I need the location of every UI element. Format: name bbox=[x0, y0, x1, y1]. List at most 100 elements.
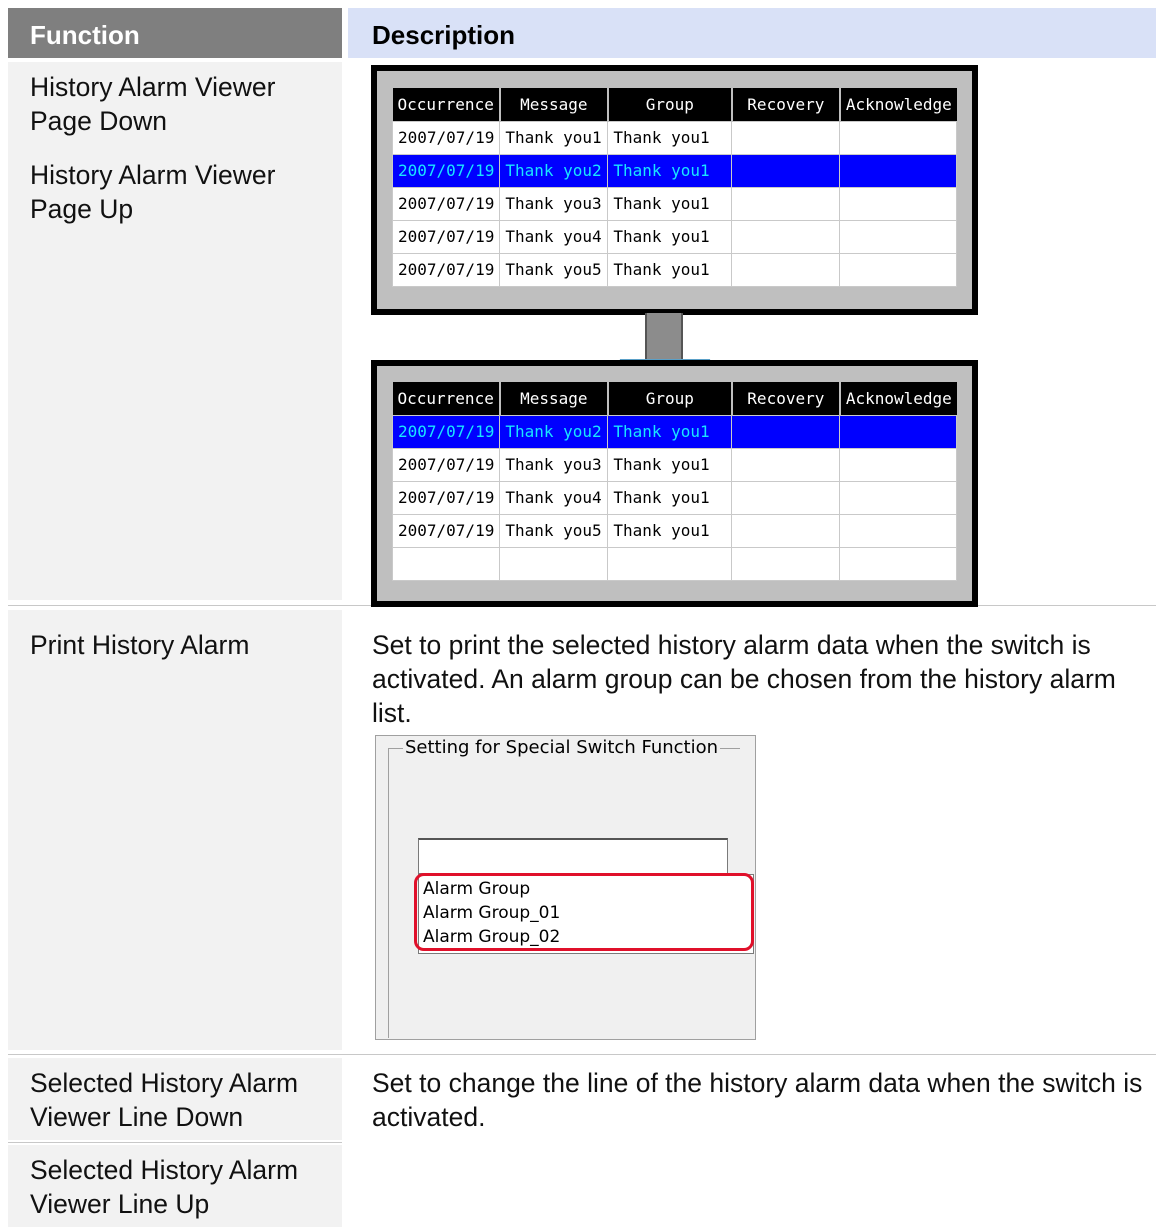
table-cell bbox=[731, 414, 841, 449]
table-cell: 2007/07/19 bbox=[391, 153, 501, 188]
table-cell bbox=[391, 546, 501, 581]
table-cell: Thank you1 bbox=[499, 120, 609, 155]
table-row-selected[interactable]: 2007/07/19 Thank you2 Thank you1 bbox=[391, 414, 958, 449]
function-line-up: Selected History Alarm Viewer Line Up bbox=[30, 1153, 298, 1221]
table-cell bbox=[839, 447, 958, 482]
function-cell-print: Print History Alarm bbox=[8, 610, 342, 1050]
table-cell bbox=[839, 219, 958, 254]
function-line: Viewer Line Down bbox=[30, 1102, 244, 1132]
table-row[interactable]: 2007/07/19 Thank you1 Thank you1 bbox=[391, 120, 958, 155]
column-header-group: Group bbox=[607, 382, 733, 415]
table-row[interactable]: 2007/07/19 Thank you4 Thank you1 bbox=[391, 480, 958, 515]
table-cell bbox=[839, 546, 958, 581]
table-cell bbox=[731, 219, 841, 254]
table-cell bbox=[839, 414, 958, 449]
table-cell bbox=[731, 513, 841, 548]
table-cell: 2007/07/19 bbox=[391, 252, 501, 287]
table-row-selected[interactable]: 2007/07/19 Thank you2 Thank you1 bbox=[391, 153, 958, 188]
table-cell bbox=[839, 120, 958, 155]
column-header-occurrence: Occurrence bbox=[392, 88, 501, 121]
table-cell bbox=[839, 252, 958, 287]
table-cell bbox=[839, 153, 958, 188]
table-row[interactable]: 2007/07/19 Thank you5 Thank you1 bbox=[391, 252, 958, 287]
alarm-group-combo-input[interactable] bbox=[418, 838, 728, 874]
column-header-message: Message bbox=[499, 382, 609, 415]
table-cell: 2007/07/19 bbox=[391, 186, 501, 221]
table-cell: 2007/07/19 bbox=[391, 447, 501, 482]
function-line: Viewer Line Up bbox=[30, 1189, 210, 1219]
table-cell: Thank you5 bbox=[499, 252, 609, 287]
column-header-recovery: Recovery bbox=[731, 382, 841, 415]
description-line-down-up: Set to change the line of the history al… bbox=[372, 1068, 1143, 1132]
column-header-acknowledge: Acknowledge bbox=[839, 382, 957, 415]
function-page-down: History Alarm Viewer Page Down bbox=[30, 70, 275, 138]
table-row[interactable]: 2007/07/19 Thank you4 Thank you1 bbox=[391, 219, 958, 254]
table-cell: 2007/07/19 bbox=[391, 513, 501, 548]
table-cell bbox=[839, 186, 958, 221]
table-cell: Thank you4 bbox=[499, 219, 609, 254]
alarm-table-before: Occurrence Message Group Recovery Acknow… bbox=[391, 88, 958, 287]
table-cell: Thank you2 bbox=[499, 153, 609, 188]
table-cell: Thank you1 bbox=[607, 186, 733, 221]
table-cell: Thank you1 bbox=[607, 219, 733, 254]
table-cell: 2007/07/19 bbox=[391, 120, 501, 155]
table-row[interactable]: 2007/07/19 Thank you5 Thank you1 bbox=[391, 513, 958, 548]
table-cell: Thank you4 bbox=[499, 480, 609, 515]
header-function-cell: Function bbox=[8, 8, 342, 58]
table-cell bbox=[731, 447, 841, 482]
function-line: Selected History Alarm bbox=[30, 1155, 299, 1185]
header-description-label: Description bbox=[372, 20, 516, 50]
column-header-group: Group bbox=[607, 88, 733, 121]
table-cell bbox=[731, 480, 841, 515]
function-cell-line-up: Selected History Alarm Viewer Line Up bbox=[8, 1145, 342, 1227]
function-line: Page Up bbox=[30, 194, 134, 224]
table-row[interactable] bbox=[391, 546, 958, 581]
table-row[interactable]: 2007/07/19 Thank you3 Thank you1 bbox=[391, 186, 958, 221]
table-header-row: Occurrence Message Group Recovery Acknow… bbox=[392, 382, 957, 415]
table-cell: 2007/07/19 bbox=[391, 414, 501, 449]
table-cell: Thank you3 bbox=[499, 186, 609, 221]
table-header-row: Occurrence Message Group Recovery Acknow… bbox=[392, 88, 957, 121]
function-line: Page Down bbox=[30, 106, 168, 136]
table-cell bbox=[839, 480, 958, 515]
column-header-acknowledge: Acknowledge bbox=[839, 88, 957, 121]
function-line: History Alarm Viewer bbox=[30, 160, 276, 190]
header-function-label: Function bbox=[30, 20, 140, 50]
table-cell: 2007/07/19 bbox=[391, 480, 501, 515]
function-cell-page-down-up: History Alarm Viewer Page Down History A… bbox=[8, 62, 342, 600]
alarm-table-after: Occurrence Message Group Recovery Acknow… bbox=[391, 382, 958, 581]
table-cell: Thank you1 bbox=[607, 480, 733, 515]
table-cell: 2007/07/19 bbox=[391, 219, 501, 254]
table-cell: Thank you1 bbox=[607, 513, 733, 548]
table-cell: Thank you5 bbox=[499, 513, 609, 548]
function-line-down: Selected History Alarm Viewer Line Down bbox=[30, 1066, 298, 1134]
function-line: History Alarm Viewer bbox=[30, 72, 276, 102]
table-row[interactable]: 2007/07/19 Thank you3 Thank you1 bbox=[391, 447, 958, 482]
function-page-up: History Alarm Viewer Page Up bbox=[30, 158, 275, 226]
table-cell: Thank you1 bbox=[607, 252, 733, 287]
table-cell bbox=[731, 252, 841, 287]
highlight-outline bbox=[414, 873, 754, 951]
row-divider bbox=[8, 1142, 342, 1143]
function-print-history-alarm: Print History Alarm bbox=[30, 630, 250, 660]
description-print-history-alarm: Set to print the selected history alarm … bbox=[372, 630, 1116, 728]
column-header-recovery: Recovery bbox=[731, 88, 841, 121]
table-cell: Thank you1 bbox=[607, 153, 733, 188]
table-cell: Thank you2 bbox=[499, 414, 609, 449]
table-cell bbox=[731, 120, 841, 155]
table-cell bbox=[607, 546, 733, 581]
table-cell bbox=[731, 546, 841, 581]
groupbox-label: Setting for Special Switch Function bbox=[403, 737, 721, 758]
table-cell: Thank you1 bbox=[607, 120, 733, 155]
table-cell bbox=[839, 513, 958, 548]
table-cell bbox=[499, 546, 609, 581]
down-arrow-shaft bbox=[645, 313, 683, 363]
table-cell bbox=[731, 153, 841, 188]
header-description-cell: Description bbox=[348, 8, 1156, 58]
table-cell: Thank you1 bbox=[607, 414, 733, 449]
column-header-occurrence: Occurrence bbox=[392, 382, 501, 415]
function-line: Selected History Alarm bbox=[30, 1068, 299, 1098]
column-header-message: Message bbox=[499, 88, 609, 121]
table-cell: Thank you1 bbox=[607, 447, 733, 482]
table-cell bbox=[731, 186, 841, 221]
